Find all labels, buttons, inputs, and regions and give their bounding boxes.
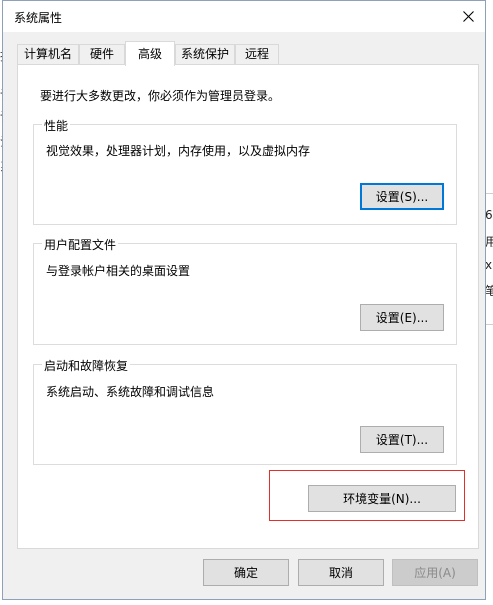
ok-button[interactable]: 确定 — [203, 559, 289, 586]
performance-settings-button[interactable]: 设置(S)... — [360, 183, 444, 210]
startup-recovery-settings-button[interactable]: 设置(T)... — [360, 426, 444, 453]
user-profiles-group-title: 用户配置文件 — [42, 236, 119, 253]
tab-advanced[interactable]: 高级 — [125, 41, 175, 66]
performance-description: 视觉效果，处理器计划，内存使用，以及虚拟内存 — [46, 144, 311, 158]
apply-button[interactable]: 应用(A) — [392, 559, 478, 586]
performance-group-title: 性能 — [42, 117, 71, 134]
title-bar[interactable]: 系统属性 — [3, 1, 485, 32]
background-text-fragment: 6 — [485, 208, 493, 222]
admin-notice: 要进行大多数更改，你必须作为管理员登录。 — [40, 89, 281, 103]
close-button[interactable] — [451, 1, 485, 32]
background-text-fragment: 笔 — [485, 284, 493, 298]
user-profiles-group: 用户配置文件 与登录帐户相关的桌面设置 设置(E)... — [33, 236, 457, 345]
tab-remote[interactable]: 远程 — [235, 44, 279, 64]
highlight-annotation — [269, 470, 465, 521]
tab-computer-name[interactable]: 计算机名 — [17, 44, 79, 64]
close-icon — [462, 11, 474, 22]
user-profiles-description: 与登录帐户相关的桌面设置 — [46, 264, 191, 278]
startup-recovery-group-title: 启动和故障恢复 — [42, 357, 131, 374]
startup-recovery-description: 系统启动、系统故障和调试信息 — [46, 385, 215, 399]
cancel-button[interactable]: 取消 — [298, 559, 384, 586]
user-profiles-settings-button[interactable]: 设置(E)... — [360, 304, 444, 331]
performance-group: 性能 视觉效果，处理器计划，内存使用，以及虚拟内存 设置(S)... — [33, 117, 457, 225]
background-text-fragment: x6 — [485, 258, 493, 272]
background-text-fragment: 用 — [485, 235, 493, 249]
startup-recovery-group: 启动和故障恢复 系统启动、系统故障和调试信息 设置(T)... — [33, 357, 457, 465]
tab-system-protection[interactable]: 系统保护 — [175, 44, 235, 64]
window-title: 系统属性 — [14, 11, 63, 25]
tab-hardware[interactable]: 硬件 — [79, 44, 125, 64]
